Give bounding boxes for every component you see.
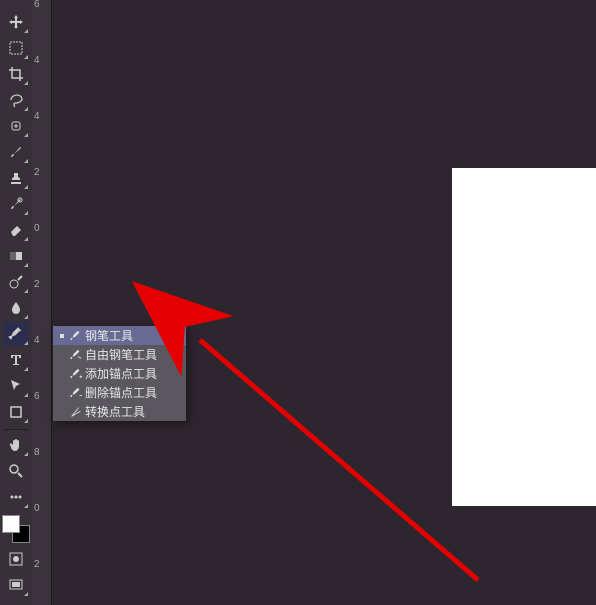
flyout-item-freeform-pen[interactable]: 自由钢笔工具 P <box>53 345 186 364</box>
flyout-label: 钢笔工具 <box>85 327 170 344</box>
edit-toolbar[interactable] <box>3 485 29 509</box>
flyout-item-convert-point[interactable]: 转换点工具 <box>53 402 186 421</box>
flyout-shortcut: P <box>170 348 186 362</box>
ruler-tick: 4 <box>34 335 40 346</box>
flyout-item-add-anchor[interactable]: 添加锚点工具 <box>53 364 186 383</box>
free-pen-icon <box>67 348 85 362</box>
healing-tool[interactable] <box>3 114 29 138</box>
hand-tool[interactable] <box>3 433 29 457</box>
ruler-tick: 0 <box>34 223 40 234</box>
pen-tool[interactable] <box>3 322 29 346</box>
crop-tool[interactable] <box>3 62 29 86</box>
canvas-area <box>52 0 596 605</box>
document-canvas[interactable] <box>452 168 596 506</box>
flyout-item-delete-anchor[interactable]: 删除锚点工具 <box>53 383 186 402</box>
flyout-shortcut: P <box>170 329 186 343</box>
ruler-tick: 2 <box>34 559 40 570</box>
ruler-tick: 0 <box>34 503 40 514</box>
ruler-tick: 6 <box>34 391 40 402</box>
convert-point-icon <box>67 405 85 419</box>
add-anchor-icon <box>67 367 85 381</box>
eraser-tool[interactable] <box>3 218 29 242</box>
ruler-tick: 6 <box>34 0 40 10</box>
flyout-label: 转换点工具 <box>85 403 170 420</box>
screen-mode-tool[interactable] <box>3 573 29 597</box>
gradient-tool[interactable] <box>3 244 29 268</box>
flyout-label: 自由钢笔工具 <box>85 346 170 363</box>
marquee-tool[interactable] <box>3 36 29 60</box>
delete-anchor-icon <box>67 386 85 400</box>
pen-tool-flyout: 钢笔工具 P 自由钢笔工具 P 添加锚点工具 删除锚点工具 转换点工具 <box>53 326 186 421</box>
fg-color[interactable] <box>2 515 20 533</box>
drop-tool[interactable] <box>3 296 29 320</box>
selected-dot <box>57 334 67 338</box>
tools-panel <box>0 0 32 605</box>
ruler-tick: 2 <box>34 279 40 290</box>
pen-icon <box>67 329 85 343</box>
flyout-label: 添加锚点工具 <box>85 365 170 382</box>
move-tool[interactable] <box>3 10 29 34</box>
path-select-tool[interactable] <box>3 374 29 398</box>
ruler-tick: 2 <box>34 167 40 178</box>
toolbar-divider <box>4 429 28 430</box>
shape-tool[interactable] <box>3 400 29 424</box>
ruler-tick: 4 <box>34 55 40 66</box>
brush-tool[interactable] <box>3 140 29 164</box>
color-swatches[interactable] <box>2 515 30 543</box>
zoom-tool[interactable] <box>3 459 29 483</box>
type-tool[interactable] <box>3 348 29 372</box>
history-brush-tool[interactable] <box>3 192 29 216</box>
quick-mask-tool[interactable] <box>3 547 29 571</box>
vertical-ruler: 6 4 4 2 0 2 4 6 8 0 2 <box>32 0 52 605</box>
dodge-tool[interactable] <box>3 270 29 294</box>
flyout-label: 删除锚点工具 <box>85 384 170 401</box>
flyout-item-pen[interactable]: 钢笔工具 P <box>53 326 186 345</box>
ruler-tick: 4 <box>34 111 40 122</box>
lasso-tool[interactable] <box>3 88 29 112</box>
stamp-tool[interactable] <box>3 166 29 190</box>
ruler-tick: 8 <box>34 447 40 458</box>
